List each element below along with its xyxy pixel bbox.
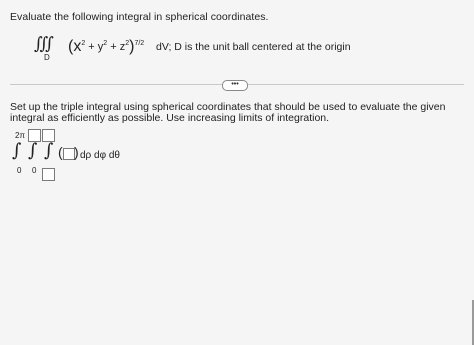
term-y: + y — [85, 41, 104, 53]
answer-setup: 2π ∫ ∫ ∫ ( ) dρ dφ dθ 0 0 — [10, 128, 210, 183]
outer-integral-symbol: ∫ — [12, 140, 22, 161]
more-options-button[interactable]: ••• — [222, 80, 248, 91]
differentials: dρ dφ dθ — [80, 150, 120, 161]
integrand: (x2 + y2 + z2)7/2 — [68, 37, 144, 55]
instructions-text: Set up the triple integral using spheric… — [10, 101, 446, 124]
outer-lower-limit: 0 — [17, 166, 22, 175]
inner-integral-symbol: ∫ — [44, 140, 54, 161]
middle-lower-limit: 0 — [32, 166, 37, 175]
problem-description: dV; D is the unit ball centered at the o… — [156, 41, 351, 53]
integrand-power: 7/2 — [134, 40, 145, 47]
integrand-close-paren: ) — [74, 144, 79, 160]
integrand-open-paren: ( — [58, 144, 63, 160]
term-z: + z — [107, 41, 126, 53]
problem-prompt: Evaluate the following integral in spher… — [10, 11, 269, 23]
exp-x: 2 — [81, 40, 86, 47]
triple-integral-symbol: ∭ — [34, 34, 55, 54]
exp-y: 2 — [103, 40, 108, 47]
outer-upper-limit: 2π — [15, 131, 25, 140]
middle-integral-symbol: ∫ — [28, 140, 38, 161]
region-label: D — [44, 53, 50, 62]
integrand-open: (x — [68, 38, 82, 55]
inner-lower-limit-input[interactable] — [42, 168, 55, 181]
